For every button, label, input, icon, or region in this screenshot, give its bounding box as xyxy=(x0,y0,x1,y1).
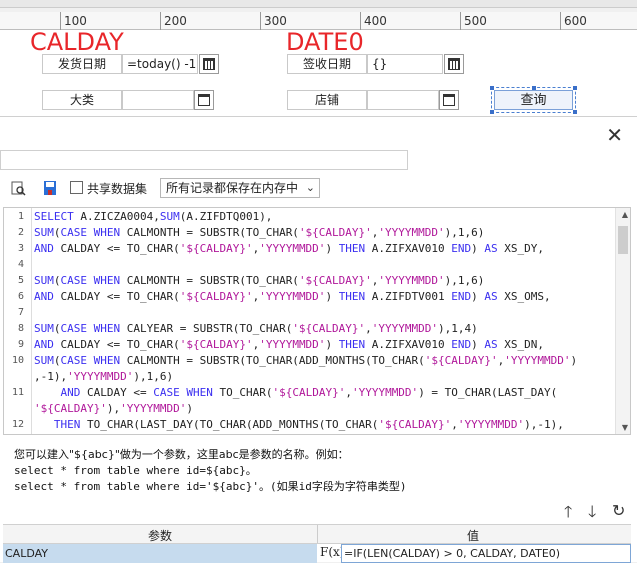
store-select[interactable] xyxy=(367,90,439,110)
preview-icon[interactable] xyxy=(10,180,26,196)
line-number: 11 xyxy=(11,387,24,398)
report-designer-canvas: CALDAY DATE0 发货日期 =today() -1 签收日期 {} 大类… xyxy=(0,28,637,116)
ruler-tick: 500 xyxy=(464,14,487,28)
sql-code-line: SUM(CASE WHEN CALMONTH = SUBSTR(TO_CHAR(… xyxy=(34,226,485,239)
line-number: 6 xyxy=(17,291,24,302)
ruler-tick: 600 xyxy=(564,14,587,28)
sql-editor[interactable]: 1 SELECT A.ZICZA0004,SUM(A.ZIFDTQ001), 2 SU… xyxy=(3,207,631,435)
sql-code-line: SUM(CASE WHEN CALYEAR = SUBSTR(TO_CHAR('… xyxy=(34,322,478,335)
param-name-cell[interactable]: CALDAY xyxy=(3,544,317,563)
parameter-row[interactable]: CALDAY F(x) =IF(LEN(CALDAY) > 0, CALDAY,… xyxy=(3,544,631,563)
query-button-label: 查询 xyxy=(520,93,547,108)
line-number-gutter xyxy=(4,208,32,434)
annotation-calday: CALDAY xyxy=(30,28,124,56)
dropdown-icon[interactable] xyxy=(439,90,459,110)
line-number: 12 xyxy=(11,419,24,430)
refresh-icon[interactable]: ↻ xyxy=(612,501,625,520)
help-line: select * from table where id='${abc}'。(如… xyxy=(14,480,407,493)
line-number: 3 xyxy=(17,243,24,254)
help-line: 您可以建入"${abc}"做为一个参数，这里abc是参数的名称。例如： xyxy=(14,448,349,461)
sql-code-line: AND CALDAY <= TO_CHAR('${CALDAY}','YYYYM… xyxy=(34,338,545,351)
close-icon[interactable]: ✕ xyxy=(606,123,623,147)
line-number: 9 xyxy=(17,339,24,350)
annotation-date0: DATE0 xyxy=(286,28,364,56)
top-toolbar-strip xyxy=(0,0,637,8)
column-divider xyxy=(317,525,318,543)
save-icon[interactable] xyxy=(42,180,58,196)
parameter-help-text: 您可以建入"${abc}"做为一个参数，这里abc是参数的名称。例如： sele… xyxy=(14,447,407,495)
calendar-icon[interactable] xyxy=(444,54,464,74)
query-button[interactable]: 查询 xyxy=(490,86,577,114)
sql-code-line: AND CALDAY <= TO_CHAR('${CALDAY}','YYYYM… xyxy=(34,290,551,303)
dataset-dialog: ✕ 共享数据集 所有记录都保存在内存中 ⌄ 1 SELECT A.ZICZA000… xyxy=(0,116,637,563)
line-number: 8 xyxy=(17,323,24,334)
scroll-down-icon[interactable]: ▼ xyxy=(622,423,628,432)
sql-code-line: '${CALDAY}'),'YYYYMMDD') xyxy=(34,402,193,415)
ruler-tick: 200 xyxy=(164,14,187,28)
ruler-tick: 300 xyxy=(264,14,287,28)
share-dataset-label: 共享数据集 xyxy=(87,182,148,196)
chevron-down-icon: ⌄ xyxy=(305,181,315,194)
parameter-grid-header: 参数 值 xyxy=(3,524,631,544)
line-number: 5 xyxy=(17,275,24,286)
value-column-header: 值 xyxy=(467,529,480,543)
ruler-tick: 100 xyxy=(64,14,87,28)
line-number: 7 xyxy=(17,307,24,318)
save-mode-select[interactable]: 所有记录都保存在内存中 ⌄ xyxy=(160,178,320,198)
line-number: 1 xyxy=(17,211,24,222)
line-number: 2 xyxy=(17,227,24,238)
receive-date-label: 签收日期 xyxy=(287,54,367,74)
dataset-name-input[interactable] xyxy=(0,150,408,170)
param-value-cell[interactable]: =IF(LEN(CALDAY) > 0, CALDAY, DATE0) xyxy=(341,544,631,563)
sql-toolbar: 共享数据集 所有记录都保存在内存中 ⌄ xyxy=(0,177,637,201)
ship-date-input[interactable]: =today() -1 xyxy=(122,54,198,74)
vertical-scrollbar[interactable]: ▲ ▼ xyxy=(615,208,630,434)
category-select[interactable] xyxy=(122,90,194,110)
calendar-icon[interactable] xyxy=(199,54,219,74)
sql-code-line: THEN TO_CHAR(LAST_DAY(TO_CHAR(ADD_MONTHS… xyxy=(53,418,564,431)
ship-date-label: 发货日期 xyxy=(42,54,122,74)
sql-code-line: ,-1),'YYYYMMDD'),1,6) xyxy=(34,370,174,383)
sql-code-line: AND CALDAY <= CASE WHEN TO_CHAR('${CALDA… xyxy=(60,386,558,399)
sql-code-line: SUM(CASE WHEN CALMONTH = SUBSTR(TO_CHAR(… xyxy=(34,354,578,367)
scroll-up-icon[interactable]: ▲ xyxy=(622,210,628,219)
sql-code-line: SUM(CASE WHEN CALMONTH = SUBSTR(TO_CHAR(… xyxy=(34,274,485,287)
line-number: 10 xyxy=(11,355,24,366)
sql-code-line: AND CALDAY <= TO_CHAR('${CALDAY}','YYYYM… xyxy=(34,242,545,255)
category-label: 大类 xyxy=(42,90,122,110)
scrollbar-thumb[interactable] xyxy=(618,226,628,254)
help-line: select * from table where id=${abc}。 xyxy=(14,464,257,477)
dropdown-icon[interactable] xyxy=(194,90,214,110)
receive-date-input[interactable]: {} xyxy=(367,54,443,74)
save-mode-value: 所有记录都保存在内存中 xyxy=(166,181,299,195)
param-column-header: 参数 xyxy=(148,529,173,543)
sql-code-line: SELECT A.ZICZA0004,SUM(A.ZIFDTQ001), xyxy=(34,210,273,223)
store-label: 店铺 xyxy=(287,90,367,110)
share-dataset-checkbox[interactable] xyxy=(70,181,83,194)
ruler-tick: 400 xyxy=(364,14,387,28)
line-number: 4 xyxy=(17,259,24,270)
